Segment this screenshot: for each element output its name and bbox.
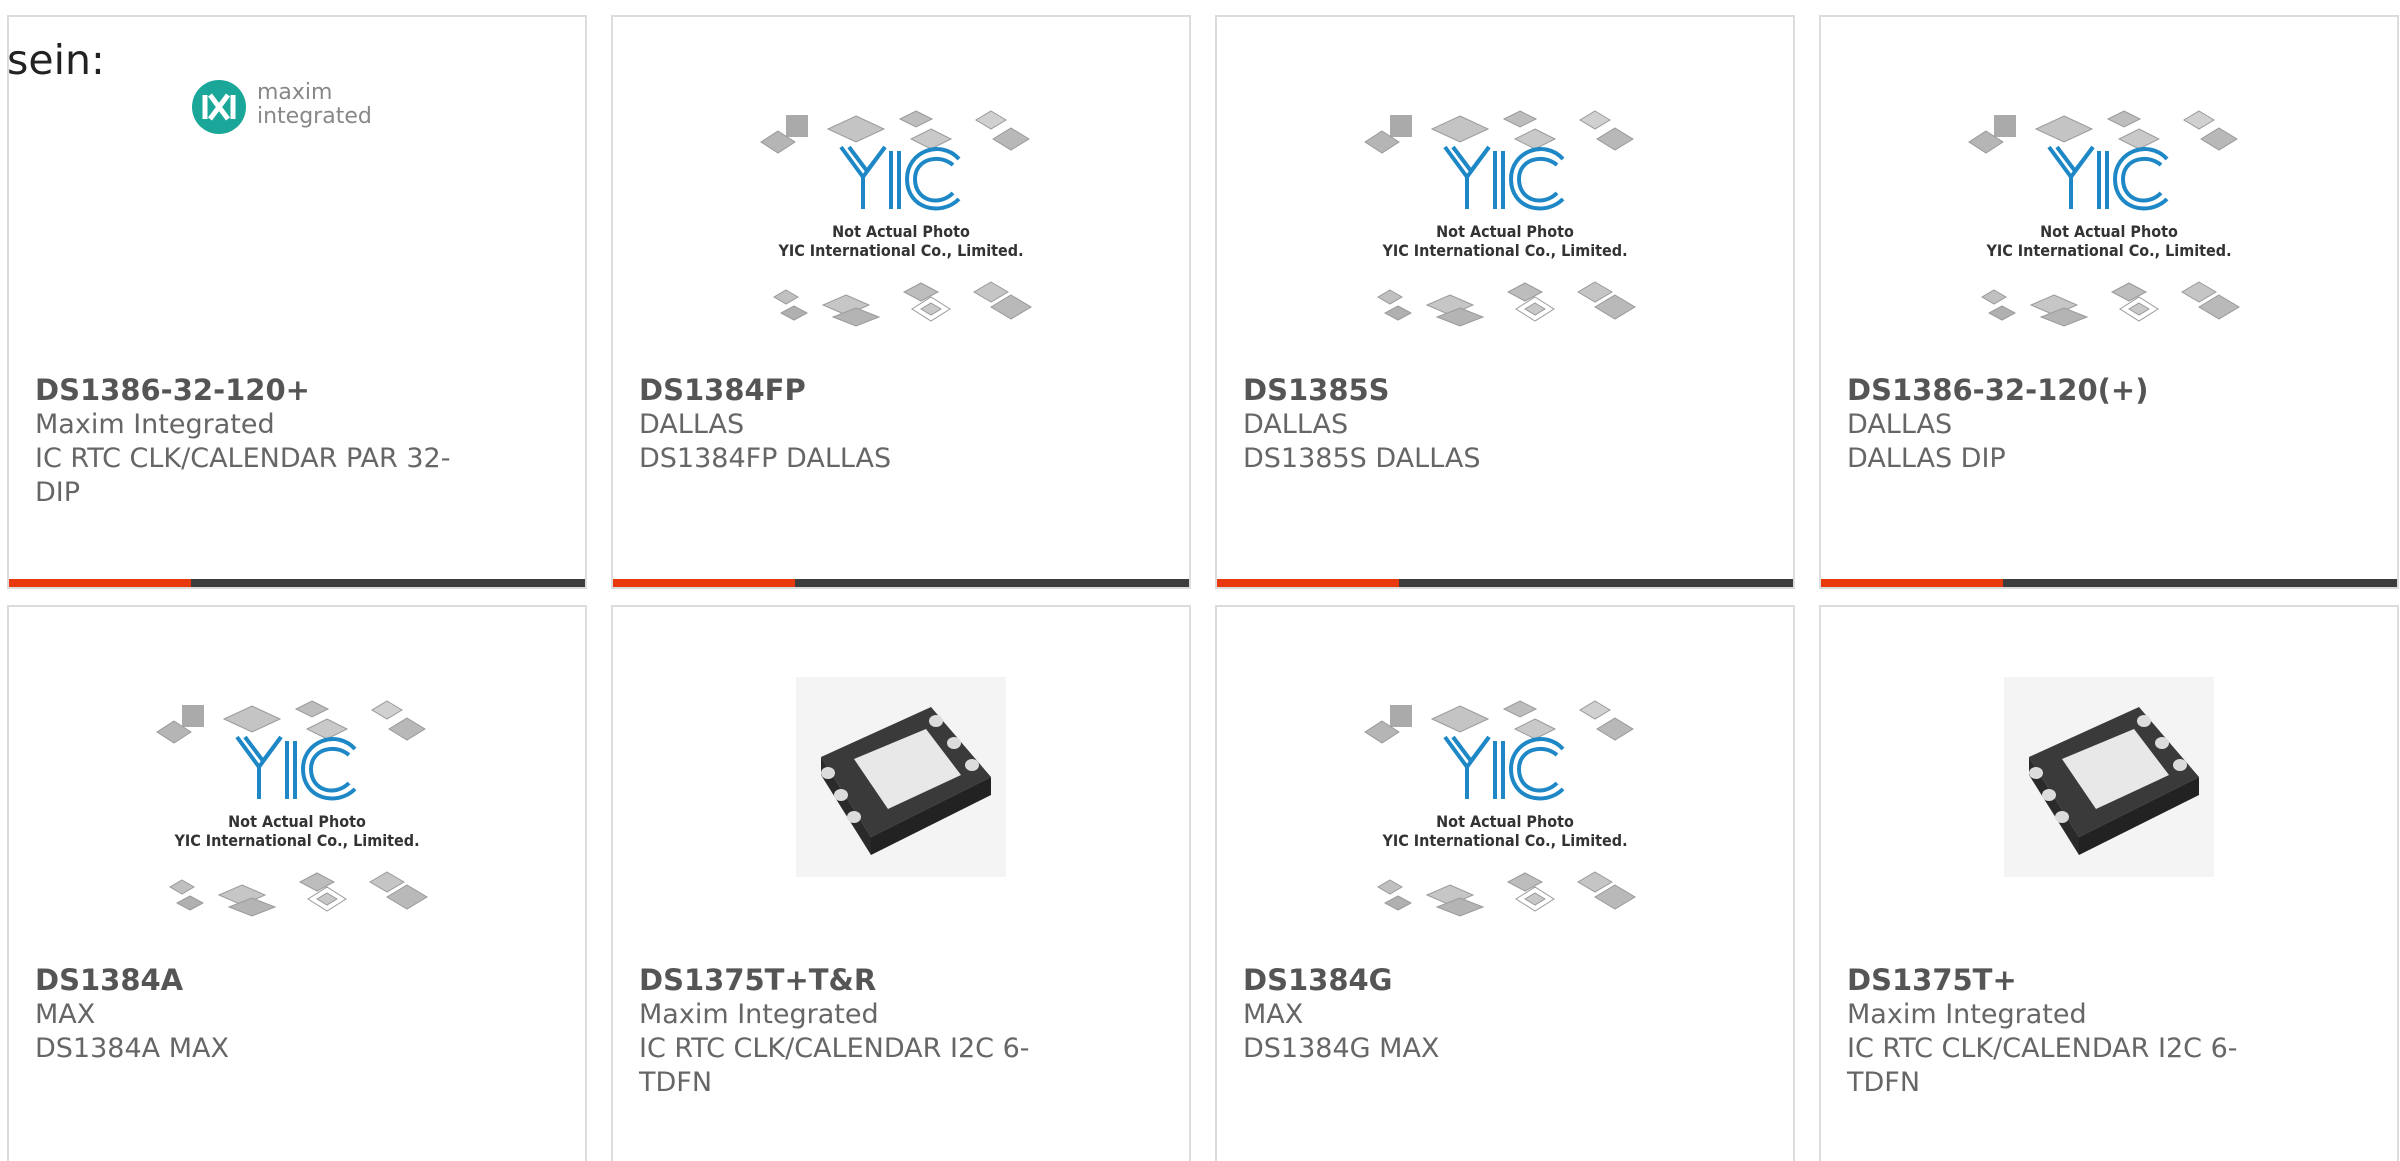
manufacturer: MAX xyxy=(1243,999,1304,1030)
product-image[interactable] xyxy=(1821,677,2397,943)
placeholder-line-2: YIC International Co., Limited. xyxy=(1985,241,2231,260)
card-bottom-bar xyxy=(1217,579,1793,587)
placeholder-line-1: Not Actual Photo xyxy=(228,812,366,831)
placeholder-line-2: YIC International Co., Limited. xyxy=(173,831,419,850)
card-accent-strip xyxy=(613,579,795,587)
product-image[interactable]: Not Actual Photo YIC International Co., L… xyxy=(1821,87,2397,353)
product-card[interactable]: DS1375T+ Maxim Integrated IC RTC CLK/CALEN… xyxy=(1819,605,2399,1161)
placeholder-photo-icon: Not Actual PhotoYIC International Co., L… xyxy=(760,110,1032,327)
description: DALLAS DIP xyxy=(1847,443,2006,474)
product-card[interactable]: Not Actual Photo YIC International Co., L… xyxy=(611,15,1191,589)
description: DS1385S DALLAS xyxy=(1243,443,1481,474)
manufacturer: MAX xyxy=(35,999,96,1030)
product-grid-page: sein: maxim integrated DS1386-32-120+ Maxim… xyxy=(0,0,2400,1161)
part-number-link[interactable]: DS1386-32-120+ xyxy=(35,373,455,408)
placeholder-line-1: Not Actual Photo xyxy=(1436,222,1574,241)
card-bottom-bar xyxy=(613,579,1189,587)
part-number-link[interactable]: DS1375T+T&R xyxy=(639,963,1059,998)
maxim-logo-icon: maximintegrated xyxy=(192,80,372,134)
part-number-link[interactable]: DS1375T+ xyxy=(1847,963,2267,998)
placeholder-line-1: Not Actual Photo xyxy=(1436,812,1574,831)
part-number-link[interactable]: DS1384G xyxy=(1243,963,1663,998)
manufacturer: DALLAS xyxy=(1847,409,1953,440)
product-card[interactable]: Not Actual Photo YIC International Co., L… xyxy=(7,605,587,1161)
product-image[interactable]: Not Actual Photo YIC International Co., L… xyxy=(613,87,1189,353)
placeholder-photo-icon: Not Actual PhotoYIC International Co., L… xyxy=(1364,110,1636,327)
card-accent-strip xyxy=(1217,579,1399,587)
product-image[interactable]: maxim integrated xyxy=(9,67,585,333)
placeholder-photo-icon: Not Actual PhotoYIC International Co., L… xyxy=(1968,110,2240,327)
placeholder-photo-icon: Not Actual PhotoYIC International Co., L… xyxy=(1364,700,1636,917)
description: DS1384FP DALLAS xyxy=(639,443,892,474)
manufacturer: Maxim Integrated xyxy=(35,409,275,440)
card-accent-strip xyxy=(1821,579,2003,587)
description: DS1384G MAX xyxy=(1243,1033,1440,1064)
card-bottom-bar xyxy=(9,579,585,587)
product-image[interactable] xyxy=(613,677,1189,943)
product-image[interactable]: Not Actual Photo YIC International Co., L… xyxy=(9,677,585,943)
description: IC RTC CLK/CALENDAR I2C 6-TDFN xyxy=(639,1033,1030,1098)
manufacturer: Maxim Integrated xyxy=(1847,999,2087,1030)
placeholder-line-2: YIC International Co., Limited. xyxy=(1381,241,1627,260)
card-accent-strip xyxy=(9,579,191,587)
card-bottom-bar xyxy=(1821,579,2397,587)
placeholder-line-1: Not Actual Photo xyxy=(2040,222,2178,241)
part-number-link[interactable]: DS1384FP xyxy=(639,373,1059,408)
placeholder-line-1: Not Actual Photo xyxy=(832,222,970,241)
product-card[interactable]: Not Actual Photo YIC International Co., L… xyxy=(1215,15,1795,589)
description: DS1384A MAX xyxy=(35,1033,229,1064)
manufacturer: DALLAS xyxy=(639,409,745,440)
description: IC RTC CLK/CALENDAR PAR 32-DIP xyxy=(35,443,451,508)
manufacturer: DALLAS xyxy=(1243,409,1349,440)
section-label: sein: xyxy=(7,36,105,84)
product-card[interactable]: Not Actual Photo YIC International Co., L… xyxy=(1215,605,1795,1161)
part-number-link[interactable]: DS1386-32-120(+) xyxy=(1847,373,2267,408)
product-card[interactable]: maxim integrated DS1386-32-120+ Maxim Integ… xyxy=(7,15,587,589)
placeholder-line-2: YIC International Co., Limited. xyxy=(777,241,1023,260)
product-card[interactable]: Not Actual Photo YIC International Co., L… xyxy=(1819,15,2399,589)
svg-text:maxim: maxim xyxy=(257,80,332,105)
part-number-link[interactable]: DS1384A xyxy=(35,963,455,998)
product-card[interactable]: DS1375T+T&R Maxim Integrated IC RTC CLK/CA… xyxy=(611,605,1191,1161)
description: IC RTC CLK/CALENDAR I2C 6-TDFN xyxy=(1847,1033,2238,1098)
part-number-link[interactable]: DS1385S xyxy=(1243,373,1663,408)
placeholder-line-2: YIC International Co., Limited. xyxy=(1381,831,1627,850)
svg-text:integrated: integrated xyxy=(257,104,372,129)
tdfn-chip-icon xyxy=(796,677,1006,877)
product-image[interactable]: Not Actual Photo YIC International Co., L… xyxy=(1217,677,1793,943)
placeholder-photo-icon: Not Actual PhotoYIC International Co., L… xyxy=(156,700,428,917)
manufacturer: Maxim Integrated xyxy=(639,999,879,1030)
tdfn-chip-icon xyxy=(2004,677,2214,877)
product-image[interactable]: Not Actual Photo YIC International Co., L… xyxy=(1217,87,1793,353)
